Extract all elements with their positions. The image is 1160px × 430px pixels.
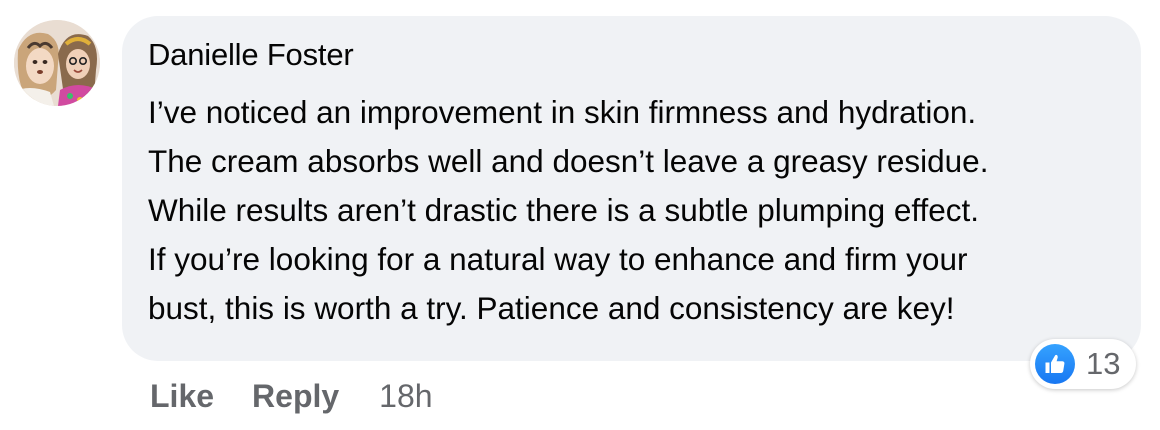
profile-photo (14, 20, 100, 106)
comment-text-line: The cream absorbs well and doesn’t leave… (148, 143, 989, 179)
comment: Danielle Foster I’ve noticed an improvem… (0, 0, 1160, 430)
comment-text: I’ve noticed an improvement in skin firm… (148, 88, 1133, 333)
thumbs-up-icon (1035, 344, 1075, 384)
avatar[interactable] (14, 20, 100, 106)
timestamp[interactable]: 18h (379, 378, 432, 415)
comment-text-line: If you’re looking for a natural way to e… (148, 241, 968, 277)
like-button[interactable]: Like (150, 378, 214, 415)
reaction-summary[interactable]: 13 (1030, 339, 1136, 389)
reaction-count: 13 (1086, 346, 1121, 381)
author-name[interactable]: Danielle Foster (148, 37, 354, 73)
comment-text-line: I’ve noticed an improvement in skin firm… (148, 94, 977, 130)
comment-bubble: Danielle Foster I’ve noticed an improvem… (122, 16, 1141, 361)
reply-button[interactable]: Reply (252, 378, 339, 415)
comment-text-line: While results aren’t drastic there is a … (148, 192, 980, 228)
comment-actions: Like Reply 18h (150, 373, 433, 419)
comment-text-line: bust, this is worth a try. Patience and … (148, 290, 955, 326)
